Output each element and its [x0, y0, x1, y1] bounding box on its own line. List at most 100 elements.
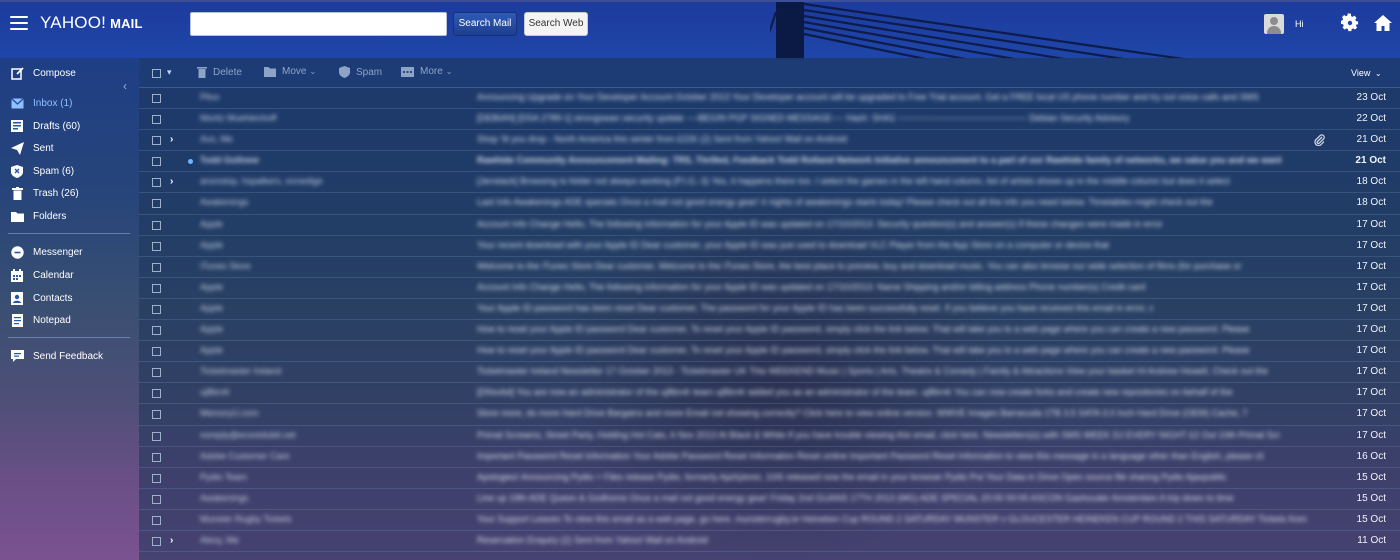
message-sender: Todd Gollnew — [200, 155, 259, 166]
row-checkbox[interactable] — [152, 199, 161, 209]
sidebar-item-contacts[interactable]: Contacts — [0, 288, 138, 308]
select-all-checkbox[interactable] — [152, 69, 161, 78]
home-icon[interactable] — [1373, 13, 1393, 33]
row-checkbox[interactable] — [152, 389, 161, 399]
table-row[interactable]: Moritz Muehlenhoff [DEBIAN] [DSA 2789-1] … — [139, 109, 1400, 131]
row-checkbox[interactable] — [152, 157, 161, 167]
greeting[interactable]: Hi — [1295, 19, 1304, 29]
spam-label: Spam — [356, 66, 383, 78]
view-menu[interactable]: View ⌄ — [1351, 68, 1382, 78]
table-row[interactable]: › Avo, Me Shop 'til you drop - North Ameri… — [139, 130, 1400, 152]
row-checkbox[interactable] — [152, 347, 161, 357]
table-row[interactable]: Apple Your recent download with your Appl… — [139, 236, 1400, 257]
row-checkbox[interactable] — [152, 94, 161, 103]
table-row[interactable]: Apple Your Apple ID password has been res… — [139, 299, 1400, 321]
move-button[interactable]: Move ⌄ — [264, 66, 316, 77]
sidebar-item-spam[interactable]: Spam (6) — [0, 161, 138, 181]
trash-icon — [10, 186, 24, 200]
chevron-down-icon[interactable]: ▾ — [167, 67, 172, 78]
sidebar-item-messenger[interactable]: Messenger — [0, 242, 138, 262]
chevron-down-icon: ⌄ — [309, 67, 317, 76]
table-row[interactable]: Todd Gollnew Rawhide Community Announceme… — [139, 151, 1400, 173]
table-row[interactable]: Pydio Team Apologies! Announcing Pydio + … — [139, 468, 1400, 489]
row-checkbox[interactable] — [152, 136, 161, 146]
more-button[interactable]: More ⌄ — [401, 66, 453, 77]
expand-thread-icon[interactable]: › — [170, 535, 173, 546]
table-row[interactable]: Ticketmaster Ireland Ticketmaster Ireland… — [139, 362, 1400, 384]
delete-button[interactable]: Delete — [197, 66, 242, 78]
table-row[interactable]: MemoryU.com Store more, do more Hard Driv… — [139, 404, 1400, 426]
gear-icon[interactable] — [1340, 13, 1360, 33]
message-subject: Welcome to the iTunes Store Dear custome… — [477, 260, 1242, 271]
row-checkbox[interactable] — [152, 326, 161, 336]
folder-icon — [264, 66, 276, 77]
table-row[interactable]: uj8bn4r [DNsvbd] You are now an administr… — [139, 383, 1400, 405]
expand-thread-icon[interactable]: › — [170, 134, 173, 145]
message-sender: Awakenings — [200, 197, 249, 208]
message-subject: How to reset your Apple ID password Dear… — [477, 345, 1250, 356]
table-row[interactable]: Apple How to reset your Apple ID password… — [139, 341, 1400, 363]
yahoo-mail-logo[interactable]: YAHOO! MAIL — [40, 13, 143, 33]
table-row[interactable]: Munster Rugby Tickets Your Support Leaves… — [139, 510, 1400, 531]
row-checkbox[interactable] — [152, 431, 161, 441]
message-subject: Line up 19th ADE Queen & Godhome Once a … — [477, 492, 1234, 503]
sidebar-item-folders[interactable]: Folders — [0, 206, 138, 226]
chevron-down-icon: ⌄ — [1374, 69, 1382, 78]
row-checkbox[interactable] — [152, 262, 161, 272]
message-date: 23 Oct — [1356, 92, 1386, 103]
table-row[interactable]: Adobe Customer Care Important Password Re… — [139, 447, 1400, 468]
row-checkbox[interactable] — [152, 452, 161, 462]
expand-thread-icon[interactable]: › — [170, 176, 173, 187]
search-mail-button[interactable]: Search Mail — [453, 12, 517, 36]
row-checkbox[interactable] — [152, 115, 161, 125]
table-row[interactable]: Apple Account Info Change Hello, The foll… — [139, 215, 1400, 236]
message-subject: Last Info Awakenings ADE specials Once a… — [477, 197, 1213, 208]
collapse-sidebar-icon[interactable]: ‹ — [123, 79, 127, 93]
table-row[interactable]: Awakenings Last Info Awakenings ADE speci… — [139, 193, 1400, 215]
row-checkbox[interactable] — [152, 536, 161, 546]
message-subject: [DNsvbd] You are now an administrator of… — [477, 387, 1233, 398]
sidebar-item-label: Inbox (1) — [33, 97, 73, 109]
search-input[interactable] — [190, 12, 447, 36]
row-checkbox[interactable] — [152, 368, 161, 378]
unread-dot-icon — [188, 159, 193, 165]
search-web-button[interactable]: Search Web — [524, 12, 588, 36]
table-row[interactable]: noreply@ecoredubit.net Primal Screams, St… — [139, 426, 1400, 447]
avatar[interactable] — [1264, 14, 1284, 34]
table-row[interactable]: Plivo Announcing Upgrade on Your Develope… — [139, 88, 1400, 110]
row-checkbox[interactable] — [152, 241, 161, 251]
table-row[interactable]: › anonstop, hspalkers, onnedige [Jenstack]… — [139, 172, 1400, 194]
table-row[interactable]: Apple Account Info Change Hello, The foll… — [139, 278, 1400, 299]
compose-button[interactable]: Compose — [0, 63, 138, 83]
sidebar-item-trash[interactable]: Trash (26) — [0, 183, 138, 203]
sidebar-item-send-feedback[interactable]: Send Feedback — [0, 346, 138, 366]
move-label: Move — [282, 66, 307, 77]
message-date: 17 Oct — [1356, 387, 1386, 399]
message-date: 17 Oct — [1356, 281, 1386, 293]
row-checkbox[interactable] — [152, 304, 161, 314]
table-row[interactable]: Awakenings Line up 19th ADE Queen & Godho… — [139, 489, 1400, 510]
table-row[interactable]: › Alexy, Me Reservation Enquiry (2) Sent f… — [139, 531, 1400, 553]
sidebar-item-sent[interactable]: Sent — [0, 138, 138, 158]
sidebar-item-notepad[interactable]: Notepad — [0, 310, 138, 330]
sidebar-item-inbox[interactable]: Inbox (1) — [0, 93, 138, 113]
row-checkbox[interactable] — [152, 515, 161, 525]
message-sender: Apple — [200, 218, 224, 229]
row-checkbox[interactable] — [152, 473, 161, 483]
message-subject: Your Apple ID password has been reset De… — [477, 302, 1154, 313]
message-sender: Plivo — [200, 92, 220, 102]
row-checkbox[interactable] — [152, 494, 161, 504]
menu-icon[interactable] — [10, 16, 28, 30]
message-sender: Pydio Team — [200, 471, 247, 482]
row-checkbox[interactable] — [152, 220, 161, 230]
table-row[interactable]: Apple How to reset your Apple ID password… — [139, 320, 1400, 342]
sidebar-item-label: Spam (6) — [33, 165, 75, 177]
row-checkbox[interactable] — [152, 283, 161, 293]
sidebar-item-drafts[interactable]: Drafts (60) — [0, 116, 138, 136]
sidebar-item-calendar[interactable]: Calendar — [0, 265, 138, 285]
spam-button[interactable]: Spam — [339, 66, 382, 78]
drafts-icon — [10, 119, 24, 133]
row-checkbox[interactable] — [152, 178, 161, 188]
table-row[interactable]: iTunes Store Welcome to the iTunes Store … — [139, 257, 1400, 278]
row-checkbox[interactable] — [152, 410, 161, 420]
